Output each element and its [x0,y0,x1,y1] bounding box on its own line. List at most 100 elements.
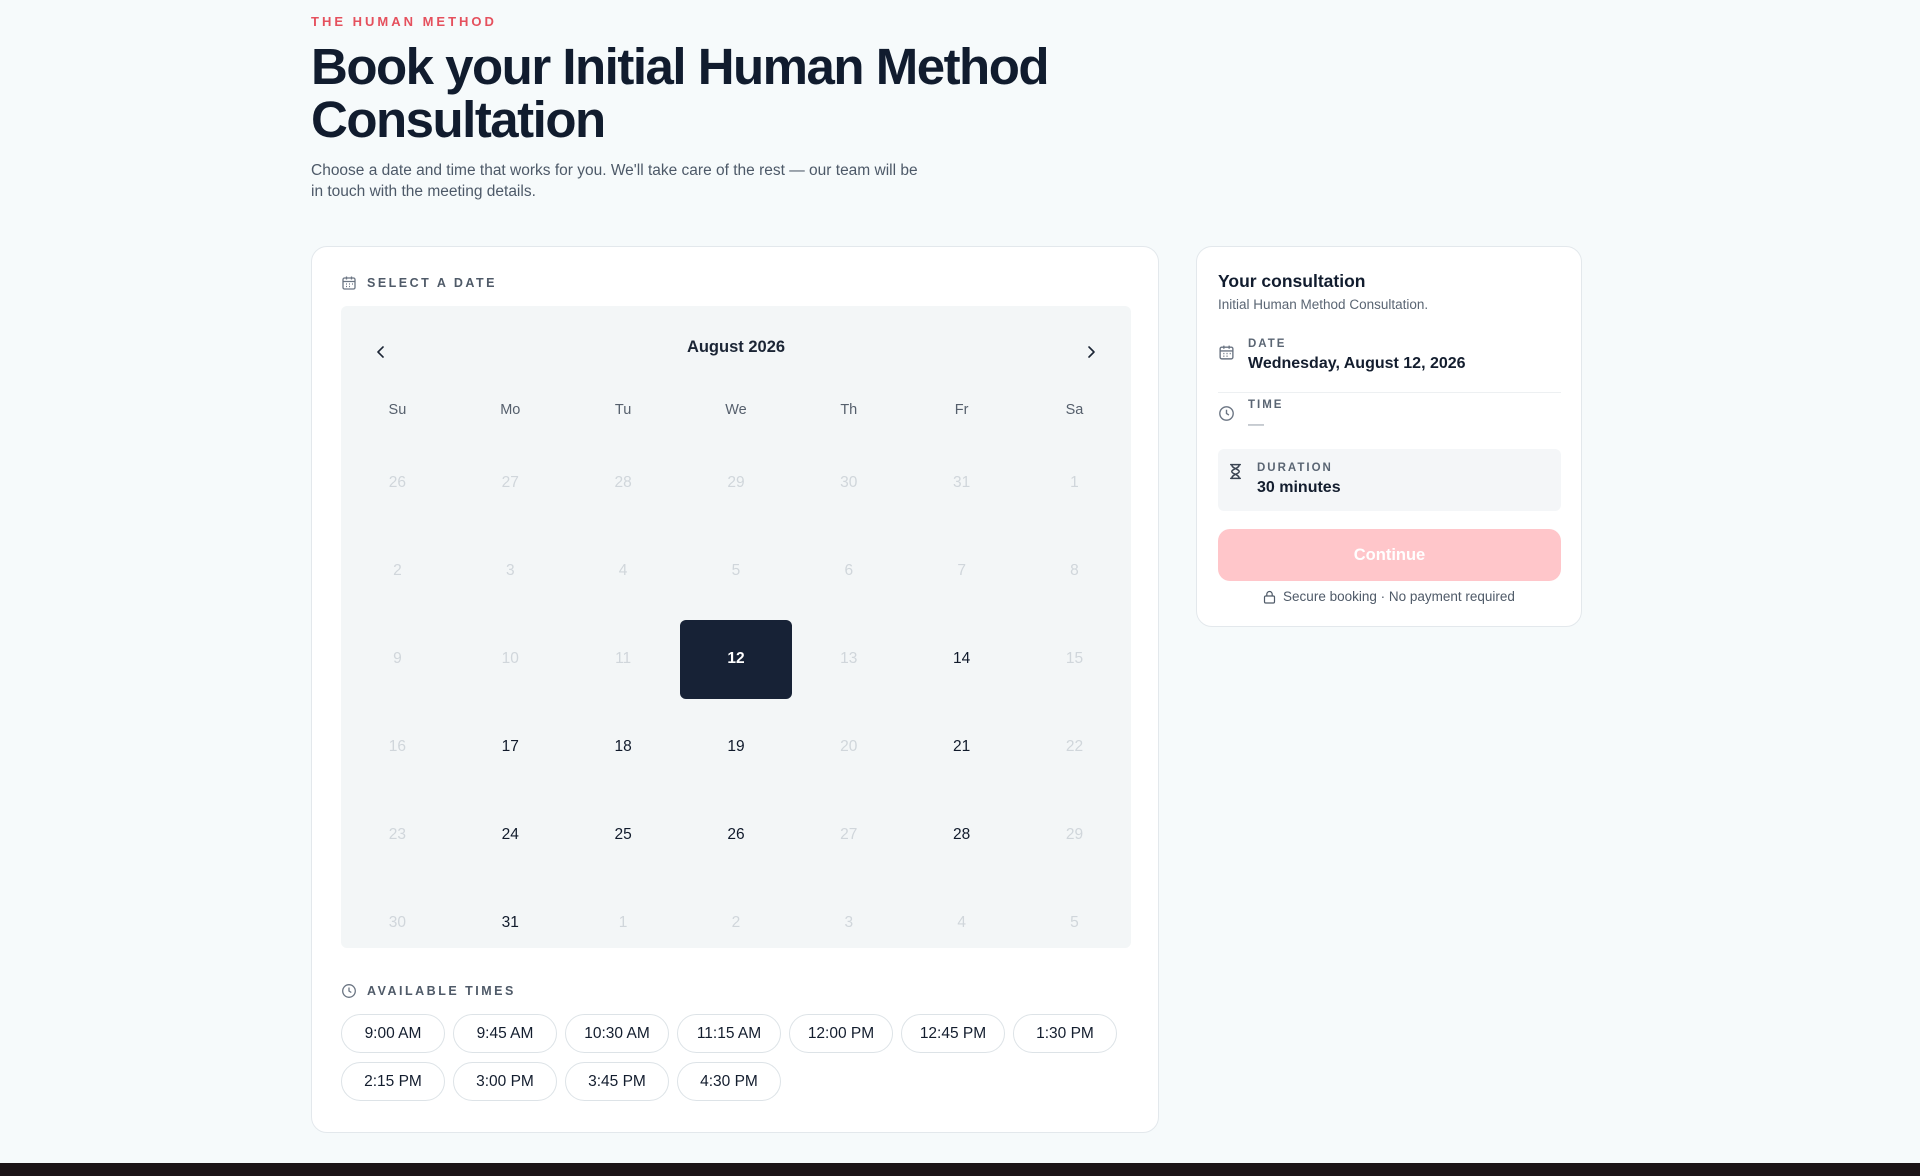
lock-icon [1263,590,1276,604]
time-slot-button[interactable]: 4:30 PM [677,1062,781,1101]
calendar-day-unavailable: 29 [1065,826,1084,843]
calendar-day[interactable]: 14 [906,620,1018,699]
window-bottom-edge [0,1163,1920,1176]
calendar-day[interactable]: 26 [680,796,792,875]
calendar-day-unavailable: 7 [957,562,966,579]
clock-icon [1219,406,1234,421]
calendar-day-unavailable: 28 [614,474,632,491]
calendar-icon [1219,345,1234,360]
summary-duration-value: 30 minutes [1257,479,1341,496]
calendar-day-unavailable: 22 [1065,738,1084,755]
calendar-day-unavailable: 10 [501,650,519,667]
page-subtitle: Choose a date and time that works for yo… [311,162,918,200]
calendar-day-unavailable: 8 [1070,562,1079,579]
calendar-icon [342,276,356,290]
time-slot-button[interactable]: 11:15 AM [677,1014,781,1053]
month-label: August 2026 [686,338,786,356]
summary-date-value: Wednesday, August 12, 2026 [1248,355,1466,372]
summary-time-label: TIME [1248,399,1284,411]
select-date-heading: SELECT A DATE [341,275,497,291]
calendar-day[interactable]: 18 [567,708,679,787]
weekday-label: Fr [954,402,969,418]
calendar-day-unavailable: 9 [393,650,402,667]
calendar-day-unavailable: 26 [388,474,407,491]
continue-button[interactable]: Continue [1218,529,1561,581]
clock-icon [342,984,356,998]
time-slot-button[interactable]: 12:00 PM [789,1014,893,1053]
calendar-day-unavailable: 5 [1070,914,1079,931]
time-slot-button[interactable]: 9:45 AM [453,1014,557,1053]
calendar-day[interactable]: 17 [454,708,566,787]
calendar-day-unavailable: 16 [388,738,407,755]
time-slot-button[interactable]: 2:15 PM [341,1062,445,1101]
calendar-day-unavailable: 4 [618,562,628,579]
calendar-day-unavailable: 31 [953,474,971,491]
calendar-day-unavailable: 23 [388,826,407,843]
summary-date-label: DATE [1248,338,1287,350]
calendar-day[interactable]: 19 [680,708,792,787]
time-slot-button[interactable]: 12:45 PM [901,1014,1005,1053]
weekday-label: Su [388,402,407,418]
available-times-label: AVAILABLE TIMES [367,984,516,998]
calendar-day-unavailable: 27 [501,474,519,491]
calendar-day-unavailable: 27 [840,826,858,843]
calendar-day[interactable]: 28 [906,796,1018,875]
calendar-day-unavailable: 1 [618,914,628,931]
calendar-week-row: 26 27 28 29 30 31 1 [341,439,1131,527]
calendar-day-unavailable: 5 [731,562,741,579]
chevron-right-icon [1088,346,1095,358]
calendar-day-unavailable: 1 [1070,474,1079,491]
calendar-day[interactable]: 21 [906,708,1018,787]
calendar-day-unavailable: 3 [844,914,854,931]
weekday-label: Mo [500,402,521,418]
time-slot-button[interactable]: 9:00 AM [341,1014,445,1053]
calendar-day-unavailable: 20 [840,738,858,755]
summary-date-row: DATE Wednesday, August 12, 2026 [1218,338,1561,393]
select-date-label: SELECT A DATE [367,276,497,290]
consultation-summary-card: Your consultation Initial Human Method C… [1196,246,1582,627]
calendar-day[interactable]: 25 [567,796,679,875]
summary-duration-row: DURATION 30 minutes [1218,449,1561,511]
secure-booking-note: Secure booking · No payment required [1197,589,1581,604]
calendar-week-row: 30 31 1 2 3 4 5 [341,879,1131,967]
time-slot-button[interactable]: 3:45 PM [565,1062,669,1101]
time-slot-button[interactable]: 10:30 AM [565,1014,669,1053]
summary-time-row: TIME — [1218,399,1561,453]
next-month-button[interactable] [1073,336,1109,368]
day-grid: 26 27 28 29 30 31 1 2 3 4 5 6 7 8 9 10 11 12 13 14 15 16 17 18 1… [341,439,1131,967]
calendar-week-row: 16 17 18 19 20 21 22 [341,703,1131,791]
calendar-day-unavailable: 15 [1065,650,1084,667]
time-slot-list: 9:00 AM 9:45 AM 10:30 AM 11:15 AM 12:00 PM 12… [341,1014,1131,1101]
page-title: Book your Initial Human Method Consultat… [311,38,1050,148]
calendar-day-unavailable: 3 [505,562,515,579]
weekday-label: Sa [1065,402,1084,418]
summary-title: Your consultation [1218,271,1366,291]
brand-eyebrow: THE HUMAN METHOD [311,14,497,29]
available-times-heading: AVAILABLE TIMES [341,983,516,999]
summary-duration-label: DURATION [1257,462,1333,474]
summary-time-value: — [1248,416,1264,433]
calendar-day-unavailable: 30 [388,914,407,931]
weekday-label: We [725,402,747,418]
hourglass-icon [1229,463,1242,480]
calendar-day-selected[interactable]: 12 [679,619,792,699]
calendar-week-row: 23 24 25 26 27 28 29 [341,791,1131,879]
calendar-week-row: 2 3 4 5 6 7 8 [341,527,1131,615]
calendar-week-row: 9 10 11 12 13 14 15 [341,615,1131,703]
weekday-label: Th [840,402,858,418]
weekday-header: Su Mo Tu We Th Fr Sa [341,402,1131,418]
calendar-day[interactable]: 24 [454,796,566,875]
calendar-day-unavailable: 30 [840,474,858,491]
calendar-day-unavailable: 29 [727,474,745,491]
time-slot-button[interactable]: 1:30 PM [1013,1014,1117,1053]
calendar-day[interactable]: 31 [454,884,566,963]
time-slot-button[interactable]: 3:00 PM [453,1062,557,1101]
calendar-day-unavailable: 2 [393,562,402,579]
calendar: August 2026 Su Mo Tu We Th Fr Sa 26 27 28 29 30 31 1… [341,306,1131,948]
calendar-day-unavailable: 6 [844,562,854,579]
calendar-day-unavailable: 13 [840,650,858,667]
calendar-day-unavailable: 4 [957,914,966,931]
secure-booking-text: Secure booking · No payment required [1283,589,1515,604]
summary-subtitle: Initial Human Method Consultation. [1218,297,1429,312]
calendar-day-unavailable: 2 [731,914,741,931]
